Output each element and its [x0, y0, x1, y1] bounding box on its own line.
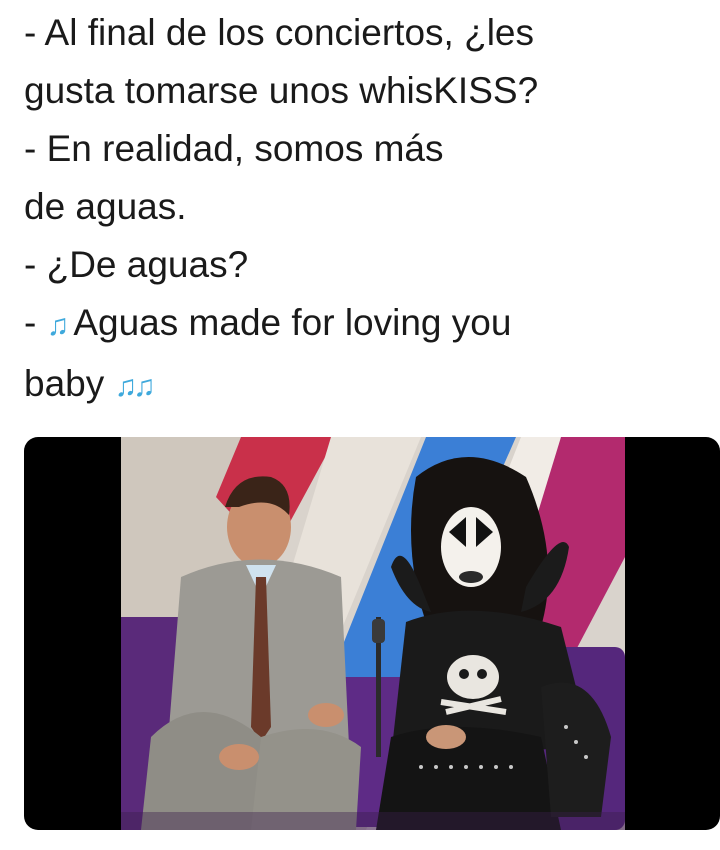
caption-line-7-text: baby [24, 363, 115, 404]
caption-line-6-prefix: - [24, 302, 47, 343]
music-notes-icon: ♫ [46, 309, 69, 342]
tv-interview-image [121, 437, 625, 830]
caption-line-7: baby ♫♫ [24, 355, 704, 416]
caption-line-1: - Al final de los conciertos, ¿les [24, 12, 534, 53]
caption-line-6: - ♫ Aguas made for loving you [24, 294, 704, 355]
meme-caption: - Al final de los conciertos, ¿les gusta… [24, 4, 704, 416]
caption-line-2: gusta tomarse unos whisKISS? [24, 70, 539, 111]
caption-line-4: de aguas. [24, 186, 187, 227]
caption-line-6-text: Aguas made for loving you [65, 302, 512, 343]
video-still [24, 437, 720, 830]
caption-line-3: - En realidad, somos más [24, 128, 444, 169]
music-notes-icon: ♫♫ [114, 370, 156, 403]
caption-line-5: - ¿De aguas? [24, 244, 249, 285]
